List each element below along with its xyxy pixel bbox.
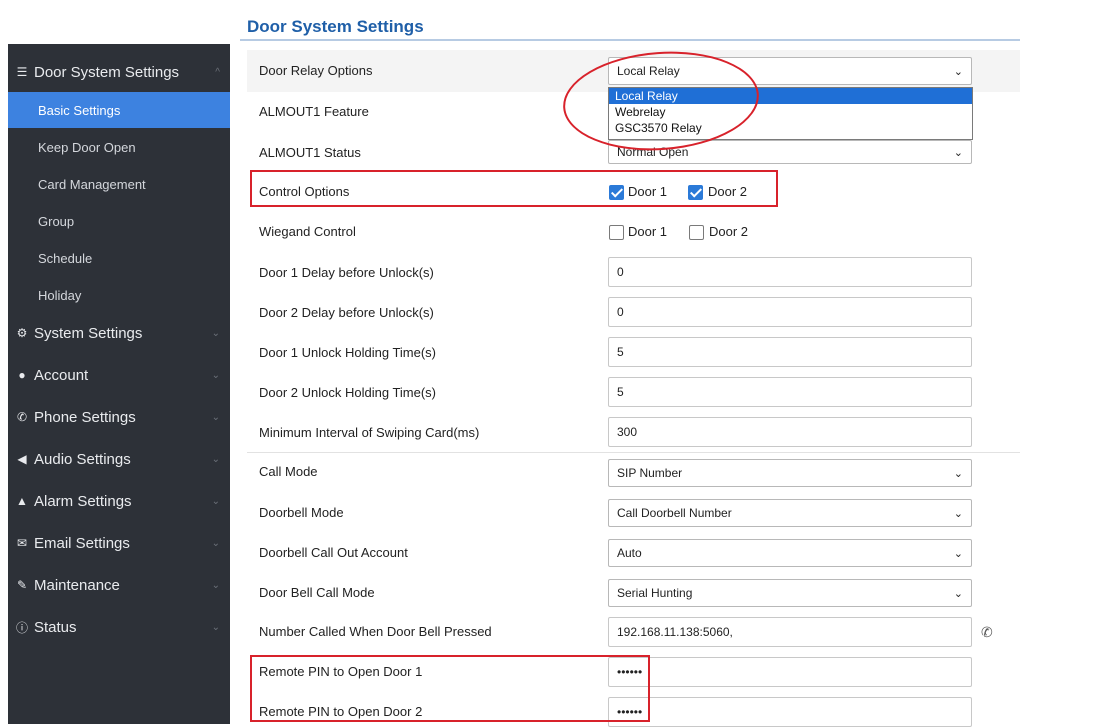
doorbell-call-mode-label: Door Bell Call Mode (259, 585, 375, 600)
door2-delay-label: Door 2 Delay before Unlock(s) (259, 305, 434, 320)
min-interval-label: Minimum Interval of Swiping Card(ms) (259, 425, 480, 440)
sidebar-item-account[interactable]: ● Account ⌄ (8, 357, 230, 393)
section-divider (247, 452, 1020, 453)
chevron-down-icon: ⌄ (211, 537, 220, 549)
doorbell-account-value: Auto (617, 546, 642, 560)
sidebar-item-label: Account (34, 366, 89, 384)
chevron-down-icon: ⌄ (211, 453, 220, 465)
page-title: Door System Settings (247, 17, 424, 36)
sidebar-item-label: Door System Settings (34, 63, 180, 81)
sidebar-item-label: Phone Settings (34, 408, 136, 426)
door1-holding-value: 5 (617, 345, 624, 359)
sidebar-subitem-holiday[interactable]: Holiday (8, 277, 230, 313)
door1-delay-label: Door 1 Delay before Unlock(s) (259, 265, 434, 280)
doorbell-call-mode-select[interactable]: Serial Hunting ⌄ (608, 579, 972, 607)
email-icon: ✉ (16, 536, 28, 550)
doorbell-mode-label: Doorbell Mode (259, 505, 344, 520)
number-called-value: 192.168.11.138:5060, (617, 625, 733, 639)
wiegand-door1-checkbox[interactable] (609, 225, 624, 240)
list-icon: ☰ (16, 65, 28, 79)
almout1-feature-label: ALMOUT1 Feature (259, 104, 369, 119)
chevron-down-icon: ⌄ (211, 411, 220, 423)
sidebar-subitem-keep-door-open[interactable]: Keep Door Open (8, 129, 230, 165)
call-mode-label: Call Mode (259, 464, 318, 479)
call-mode-select[interactable]: SIP Number ⌄ (608, 459, 972, 487)
doorbell-account-select[interactable]: Auto ⌄ (608, 539, 972, 567)
info-icon: ⓘ (15, 620, 28, 635)
door2-holding-input[interactable]: 5 (608, 377, 972, 407)
sidebar-item-label: Status (34, 618, 77, 636)
doorbell-mode-select[interactable]: Call Doorbell Number ⌄ (608, 499, 972, 527)
sidebar-subitem-basic-settings[interactable]: Basic Settings (8, 92, 230, 128)
door1-holding-label: Door 1 Unlock Holding Time(s) (259, 345, 437, 360)
sidebar-item-status[interactable]: ⓘ Status ⌄ (8, 609, 230, 645)
chevron-down-icon: ⌄ (953, 548, 963, 560)
sidebar-item-label: System Settings (34, 324, 143, 342)
sidebar: ☰ Door System Settings ^ Basic Settings … (8, 44, 230, 724)
pin-door2-input[interactable]: •••••• (608, 697, 972, 727)
number-called-label: Number Called When Door Bell Pressed (259, 624, 492, 639)
chevron-down-icon: ⌄ (211, 369, 220, 381)
sidebar-subitem-card-management[interactable]: Card Management (8, 166, 230, 202)
almout1-status-label: ALMOUT1 Status (259, 145, 361, 160)
doorbell-mode-value: Call Doorbell Number (617, 506, 732, 520)
doorbell-call-mode-value: Serial Hunting (617, 586, 693, 600)
sidebar-item-maintenance[interactable]: ✎ Maintenance ⌄ (8, 567, 230, 603)
sidebar-item-audio-settings[interactable]: ◀ Audio Settings ⌄ (8, 441, 230, 477)
remote-pin-highlight (250, 655, 650, 722)
min-interval-input[interactable]: 300 (608, 417, 972, 447)
phone-icon: ✆ (16, 410, 28, 424)
sidebar-item-label: Maintenance (34, 576, 120, 594)
sidebar-item-email-settings[interactable]: ✉ Email Settings ⌄ (8, 525, 230, 561)
phone-icon[interactable]: ✆ (981, 624, 993, 641)
door1-delay-value: 0 (617, 265, 624, 279)
call-mode-value: SIP Number (617, 466, 683, 480)
wiegand-door2-label: Door 2 (709, 224, 749, 239)
wrench-icon: ✎ (16, 578, 28, 592)
sidebar-subitem-schedule[interactable]: Schedule (8, 240, 230, 276)
chevron-down-icon: ⌄ (211, 621, 220, 633)
sidebar-item-label: Audio Settings (34, 450, 131, 468)
sidebar-item-phone-settings[interactable]: ✆ Phone Settings ⌄ (8, 399, 230, 435)
wiegand-door2-checkbox[interactable] (689, 225, 704, 240)
chevron-down-icon: ⌄ (953, 468, 963, 480)
person-icon: ● (18, 368, 26, 382)
sidebar-item-system-settings[interactable]: ⚙ System Settings ⌄ (8, 315, 230, 351)
door2-holding-label: Door 2 Unlock Holding Time(s) (259, 385, 437, 400)
warning-icon: ▲ (16, 494, 28, 508)
chevron-down-icon: ⌄ (953, 147, 963, 159)
chevron-down-icon: ⌄ (953, 508, 963, 520)
sidebar-subitem-group[interactable]: Group (8, 203, 230, 239)
number-called-input[interactable]: 192.168.11.138:5060, (608, 617, 972, 647)
chevron-down-icon: ⌄ (953, 66, 963, 78)
sidebar-item-door-system-settings[interactable]: ☰ Door System Settings ^ (8, 54, 230, 90)
control-options-highlight (250, 170, 778, 207)
door2-holding-value: 5 (617, 385, 624, 399)
chevron-down-icon: ⌄ (211, 327, 220, 339)
sidebar-item-alarm-settings[interactable]: ▲ Alarm Settings ⌄ (8, 483, 230, 519)
chevron-down-icon: ⌄ (211, 579, 220, 591)
chevron-down-icon: ⌄ (211, 495, 220, 507)
door-relay-label: Door Relay Options (259, 63, 373, 78)
door2-delay-input[interactable]: 0 (608, 297, 972, 327)
chevron-up-icon: ^ (215, 66, 220, 78)
door1-delay-input[interactable]: 0 (608, 257, 972, 287)
title-divider (240, 39, 1020, 41)
wiegand-control-label: Wiegand Control (259, 224, 356, 239)
sidebar-item-label: Alarm Settings (34, 492, 132, 510)
gear-icon: ⚙ (16, 326, 28, 340)
wiegand-door1-label: Door 1 (628, 224, 668, 239)
min-interval-value: 300 (617, 425, 638, 439)
door2-delay-value: 0 (617, 305, 624, 319)
sidebar-item-label: Email Settings (34, 534, 130, 552)
doorbell-account-label: Doorbell Call Out Account (259, 545, 408, 560)
door1-holding-input[interactable]: 5 (608, 337, 972, 367)
speaker-icon: ◀ (17, 452, 27, 466)
chevron-down-icon: ⌄ (953, 588, 963, 600)
pin-door1-input[interactable]: •••••• (608, 657, 972, 687)
